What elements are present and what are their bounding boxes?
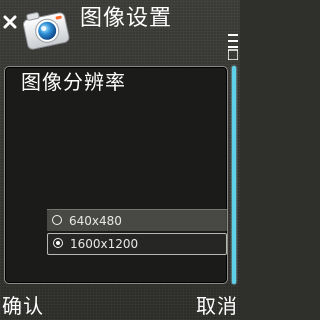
close-icon[interactable] [2,14,18,30]
confirm-softkey[interactable]: 确认 [2,293,44,319]
cancel-softkey[interactable]: 取消 [196,293,238,319]
softkey-bar: 确认 取消 [0,290,240,320]
option-label: 1600x1200 [70,237,139,251]
radio-checked-icon [53,238,63,248]
options-menu-icon[interactable] [227,30,239,61]
window-title: 图像设置 [80,6,173,31]
scrollbar[interactable] [230,66,238,284]
option-label: 640x480 [69,214,122,228]
camera-icon [20,2,72,54]
app-screen: 图像设置 图像分辨率 640x480 1600x1200 确认 取消 [0,0,240,320]
option-1600x1200[interactable]: 1600x1200 [47,233,227,255]
option-640x480[interactable]: 640x480 [47,209,227,231]
radio-unchecked-icon [52,215,62,225]
title-bar: 图像设置 [0,0,240,61]
dialog-title: 图像分辨率 [21,70,126,94]
scroll-thumb[interactable] [232,66,236,284]
resolution-dialog: 图像分辨率 640x480 1600x1200 [4,66,228,284]
resolution-options-list: 640x480 1600x1200 [47,209,227,255]
